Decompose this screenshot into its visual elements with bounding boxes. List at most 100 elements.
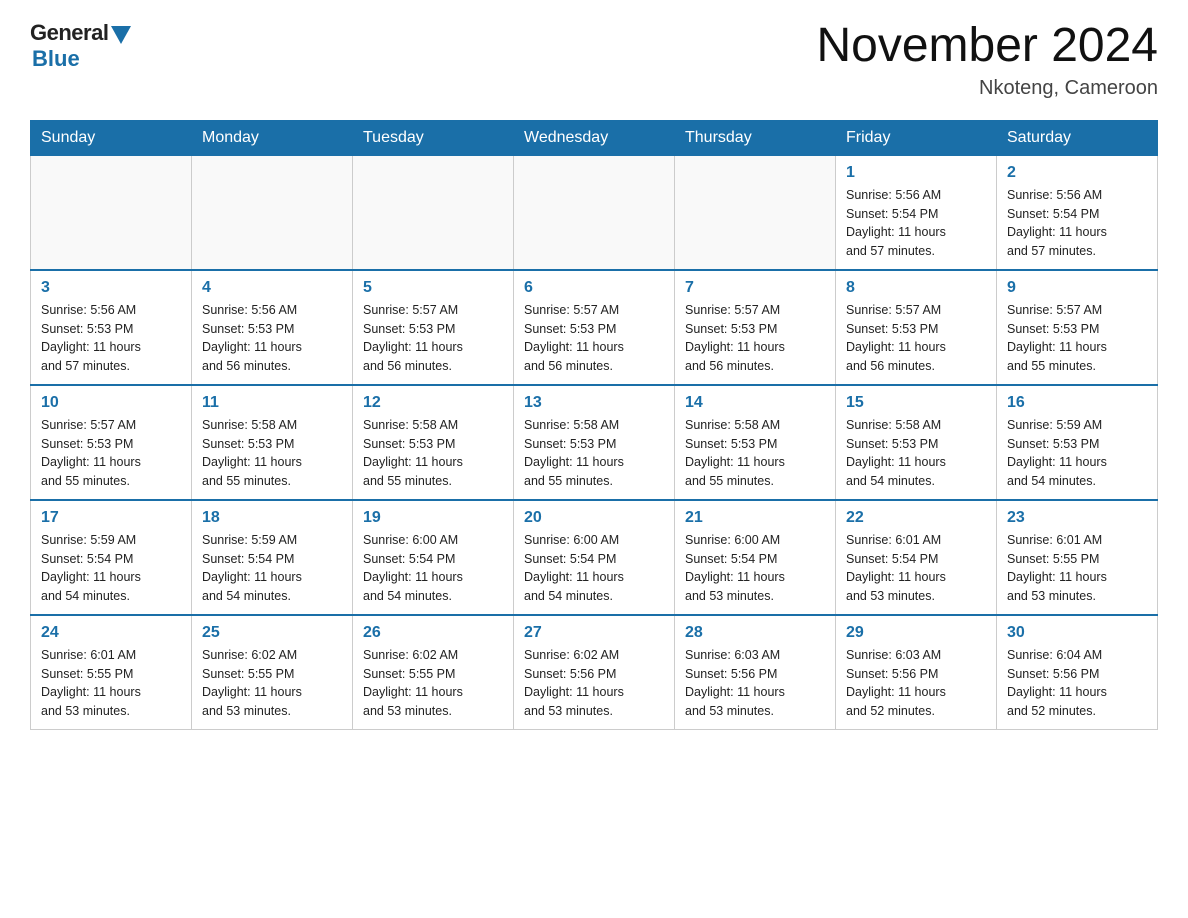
day-number: 11 <box>202 394 342 412</box>
day-info: Sunrise: 5:56 AMSunset: 5:53 PMDaylight:… <box>202 301 342 376</box>
day-info: Sunrise: 6:03 AMSunset: 5:56 PMDaylight:… <box>685 646 825 721</box>
day-number: 26 <box>363 624 503 642</box>
month-title: November 2024 <box>816 20 1158 73</box>
calendar-cell: 3Sunrise: 5:56 AMSunset: 5:53 PMDaylight… <box>31 270 192 385</box>
calendar-cell: 6 Sunrise: 5:57 AMSunset: 5:53 PMDaylight… <box>514 270 675 385</box>
logo-triangle-icon <box>111 26 131 44</box>
calendar-cell: 10 Sunrise: 5:57 AMSunset: 5:53 PMDayligh… <box>31 385 192 500</box>
day-info: Sunrise: 5:59 AMSunset: 5:54 PMDaylight:… <box>41 531 181 606</box>
day-info: Sunrise: 5:59 AMSunset: 5:53 PMDaylight:… <box>1007 416 1147 491</box>
day-number: 2 <box>1007 164 1147 182</box>
page-header: General Blue November 2024 Nkoteng, Came… <box>30 20 1158 100</box>
day-info: Sunrise: 5:58 AMSunset: 5:53 PMDaylight:… <box>524 416 664 491</box>
calendar-week-row: 3 Sunrise: 5:56 AMSunset: 5:53 PMDaylight… <box>31 270 1158 385</box>
day-number: 4 <box>202 279 342 297</box>
day-number: 25 <box>202 624 342 642</box>
day-info: Sunrise: 6:03 AMSunset: 5:56 PMDaylight:… <box>846 646 986 721</box>
header-friday: Friday <box>836 120 997 155</box>
day-number: 30 <box>1007 624 1147 642</box>
day-info: Sunrise: 6:00 AMSunset: 5:54 PMDaylight:… <box>685 531 825 606</box>
day-number: 15 <box>846 394 986 412</box>
calendar-cell: 17 Sunrise: 5:59 AMSunset: 5:54 PMDayligh… <box>31 500 192 615</box>
day-number: 5 <box>363 279 503 297</box>
calendar-cell: 22 Sunrise: 6:01 AMSunset: 5:54 PMDayligh… <box>836 500 997 615</box>
day-number: 7 <box>685 279 825 297</box>
day-number: 12 <box>363 394 503 412</box>
day-number: 9 <box>1007 279 1147 297</box>
day-info: Sunrise: 6:01 AMSunset: 5:54 PMDaylight:… <box>846 531 986 606</box>
calendar-week-row: 1Sunrise: 5:56 AMSunset: 5:54 PMDaylight… <box>31 155 1158 270</box>
day-info: Sunrise: 6:00 AMSunset: 5:54 PMDaylight:… <box>524 531 664 606</box>
calendar-cell: 4 Sunrise: 5:56 AMSunset: 5:53 PMDaylight… <box>192 270 353 385</box>
calendar-cell <box>514 155 675 270</box>
calendar-cell: 1Sunrise: 5:56 AMSunset: 5:54 PMDaylight… <box>836 155 997 270</box>
logo-blue-text: Blue <box>32 46 80 72</box>
calendar-cell: 7 Sunrise: 5:57 AMSunset: 5:53 PMDaylight… <box>675 270 836 385</box>
calendar-cell: 28 Sunrise: 6:03 AMSunset: 5:56 PMDayligh… <box>675 615 836 730</box>
day-number: 17 <box>41 509 181 527</box>
calendar-cell: 16 Sunrise: 5:59 AMSunset: 5:53 PMDayligh… <box>997 385 1158 500</box>
day-number: 29 <box>846 624 986 642</box>
calendar-cell: 30Sunrise: 6:04 AMSunset: 5:56 PMDayligh… <box>997 615 1158 730</box>
logo-general-text: General <box>30 20 108 46</box>
calendar-cell: 26 Sunrise: 6:02 AMSunset: 5:55 PMDayligh… <box>353 615 514 730</box>
day-info: Sunrise: 5:57 AMSunset: 5:53 PMDaylight:… <box>41 416 181 491</box>
calendar-week-row: 24 Sunrise: 6:01 AMSunset: 5:55 PMDayligh… <box>31 615 1158 730</box>
day-number: 10 <box>41 394 181 412</box>
day-number: 24 <box>41 624 181 642</box>
calendar-cell: 20 Sunrise: 6:00 AMSunset: 5:54 PMDayligh… <box>514 500 675 615</box>
calendar-cell: 19 Sunrise: 6:00 AMSunset: 5:54 PMDayligh… <box>353 500 514 615</box>
calendar-cell <box>31 155 192 270</box>
day-number: 16 <box>1007 394 1147 412</box>
day-number: 6 <box>524 279 664 297</box>
header-sunday: Sunday <box>31 120 192 155</box>
day-info: Sunrise: 5:58 AMSunset: 5:53 PMDaylight:… <box>363 416 503 491</box>
day-number: 22 <box>846 509 986 527</box>
header-tuesday: Tuesday <box>353 120 514 155</box>
calendar-cell: 24 Sunrise: 6:01 AMSunset: 5:55 PMDayligh… <box>31 615 192 730</box>
day-number: 23 <box>1007 509 1147 527</box>
calendar-cell: 9Sunrise: 5:57 AMSunset: 5:53 PMDaylight… <box>997 270 1158 385</box>
logo: General Blue <box>30 20 131 72</box>
calendar-header-row: SundayMondayTuesdayWednesdayThursdayFrid… <box>31 120 1158 155</box>
calendar-cell: 18Sunrise: 5:59 AMSunset: 5:54 PMDayligh… <box>192 500 353 615</box>
day-info: Sunrise: 5:57 AMSunset: 5:53 PMDaylight:… <box>524 301 664 376</box>
day-info: Sunrise: 6:01 AMSunset: 5:55 PMDaylight:… <box>1007 531 1147 606</box>
day-info: Sunrise: 6:02 AMSunset: 5:55 PMDaylight:… <box>363 646 503 721</box>
day-info: Sunrise: 6:00 AMSunset: 5:54 PMDaylight:… <box>363 531 503 606</box>
calendar-cell: 13 Sunrise: 5:58 AMSunset: 5:53 PMDayligh… <box>514 385 675 500</box>
day-number: 3 <box>41 279 181 297</box>
calendar-cell: 25Sunrise: 6:02 AMSunset: 5:55 PMDayligh… <box>192 615 353 730</box>
calendar-cell: 29 Sunrise: 6:03 AMSunset: 5:56 PMDayligh… <box>836 615 997 730</box>
day-number: 14 <box>685 394 825 412</box>
header-wednesday: Wednesday <box>514 120 675 155</box>
day-number: 28 <box>685 624 825 642</box>
calendar-cell: 5Sunrise: 5:57 AMSunset: 5:53 PMDaylight… <box>353 270 514 385</box>
day-info: Sunrise: 5:58 AMSunset: 5:53 PMDaylight:… <box>202 416 342 491</box>
location: Nkoteng, Cameroon <box>816 77 1158 100</box>
day-info: Sunrise: 6:02 AMSunset: 5:56 PMDaylight:… <box>524 646 664 721</box>
day-info: Sunrise: 6:01 AMSunset: 5:55 PMDaylight:… <box>41 646 181 721</box>
header-saturday: Saturday <box>997 120 1158 155</box>
day-number: 13 <box>524 394 664 412</box>
day-number: 19 <box>363 509 503 527</box>
calendar-cell: 15Sunrise: 5:58 AMSunset: 5:53 PMDayligh… <box>836 385 997 500</box>
day-info: Sunrise: 5:56 AMSunset: 5:54 PMDaylight:… <box>846 186 986 261</box>
calendar-cell: 23 Sunrise: 6:01 AMSunset: 5:55 PMDayligh… <box>997 500 1158 615</box>
day-number: 20 <box>524 509 664 527</box>
calendar-cell: 14 Sunrise: 5:58 AMSunset: 5:53 PMDayligh… <box>675 385 836 500</box>
calendar-cell <box>675 155 836 270</box>
calendar-week-row: 17 Sunrise: 5:59 AMSunset: 5:54 PMDayligh… <box>31 500 1158 615</box>
day-info: Sunrise: 5:58 AMSunset: 5:53 PMDaylight:… <box>685 416 825 491</box>
calendar-cell: 11 Sunrise: 5:58 AMSunset: 5:53 PMDayligh… <box>192 385 353 500</box>
calendar-table: SundayMondayTuesdayWednesdayThursdayFrid… <box>30 120 1158 730</box>
header-thursday: Thursday <box>675 120 836 155</box>
calendar-cell: 27 Sunrise: 6:02 AMSunset: 5:56 PMDayligh… <box>514 615 675 730</box>
day-number: 27 <box>524 624 664 642</box>
title-block: November 2024 Nkoteng, Cameroon <box>816 20 1158 100</box>
calendar-cell: 8Sunrise: 5:57 AMSunset: 5:53 PMDaylight… <box>836 270 997 385</box>
day-number: 18 <box>202 509 342 527</box>
calendar-cell: 21Sunrise: 6:00 AMSunset: 5:54 PMDayligh… <box>675 500 836 615</box>
day-info: Sunrise: 5:57 AMSunset: 5:53 PMDaylight:… <box>685 301 825 376</box>
header-monday: Monday <box>192 120 353 155</box>
